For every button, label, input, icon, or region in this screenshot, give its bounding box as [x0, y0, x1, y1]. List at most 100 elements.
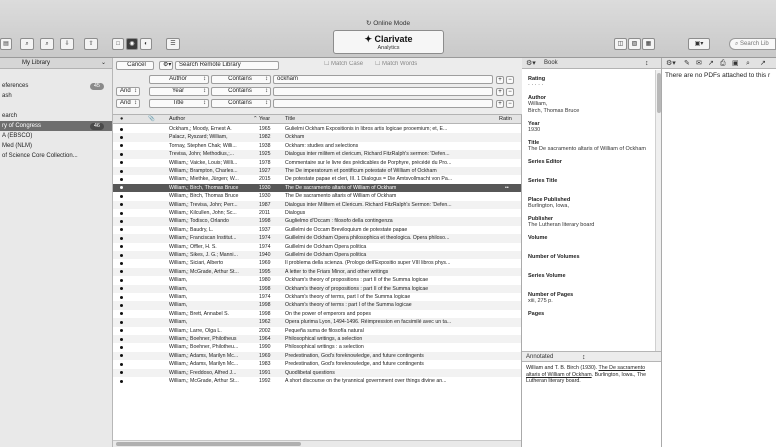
sidebar-item[interactable]: A (EBSCO) — [0, 131, 112, 141]
field-value[interactable] — [528, 317, 655, 324]
match-words-checkbox[interactable]: ☐ Match Words — [372, 61, 432, 70]
mail-icon[interactable]: ✉ — [696, 59, 702, 68]
field-select[interactable]: Author ↕ — [149, 75, 209, 84]
table-row[interactable]: William, 1974 Ockham's theory of terms, pa… — [113, 293, 521, 301]
scrollbar-thumb[interactable] — [116, 442, 301, 446]
sidebar-item[interactable]: ash — [0, 91, 112, 101]
library-mode-button[interactable]: ▤ — [0, 38, 12, 50]
sidebar-header[interactable]: My Library ⌄ — [0, 58, 112, 69]
table-row[interactable]: William,; Brampton, Charles... 1927 The De… — [113, 167, 521, 176]
table-row[interactable]: William,; Offler, H. S. 1974 Guillelmi de … — [113, 243, 521, 251]
remove-row-button[interactable]: − — [506, 100, 514, 108]
edit-icon[interactable]: ✎ — [684, 59, 690, 68]
rating-column-header[interactable]: Ratin — [499, 115, 512, 123]
integrated-library-button[interactable]: ◐ — [140, 38, 152, 50]
table-row[interactable]: William,; Birch, Thomas Bruce 1930 The De … — [113, 183, 521, 193]
table-row[interactable]: William,; Brett, Annabel S. 1998 On the po… — [113, 310, 521, 318]
field-value[interactable]: Burlington, Iowa, — [528, 203, 655, 210]
search-library-input[interactable]: ⌕ Search Lib — [729, 38, 776, 50]
chevron-updown-icon[interactable]: ↕ — [645, 59, 649, 68]
layout-icon[interactable]: ▣ — [732, 59, 739, 68]
insert-citation-icon[interactable]: ☰ — [166, 38, 180, 50]
cancel-button[interactable]: Cancel — [116, 61, 154, 70]
local-library-button[interactable]: □ — [112, 38, 124, 50]
author-column-header[interactable]: Author — [169, 115, 185, 123]
add-row-button[interactable]: + — [496, 100, 504, 108]
layout-menu-button[interactable]: ▣▾ — [688, 38, 710, 50]
paperclip-icon[interactable]: ⚙▾ — [666, 59, 676, 68]
table-row[interactable]: William,; McGrade, Arthur St... 1995 A let… — [113, 267, 521, 277]
field-select[interactable]: Year ↕ — [149, 87, 209, 96]
field-value[interactable] — [528, 279, 655, 286]
field-value[interactable] — [528, 165, 655, 172]
layout-right-icon[interactable]: ▨ — [628, 38, 641, 50]
clarivate-logo-button[interactable]: ✦ Clarivate Analytics — [333, 30, 444, 54]
table-row[interactable]: Tornay, Stephen Chak; Willi... 1938 Ockham… — [113, 142, 521, 150]
table-row[interactable]: William, 1962 Opera plurima Lyon, 1494-149… — [113, 318, 521, 327]
field-value[interactable]: · · · · · — [528, 82, 655, 89]
table-row[interactable]: William,; Vaicke, Louis; Willi... 1978 Com… — [113, 159, 521, 167]
table-row[interactable]: Palacz, Ryszard; William, 1982 Ockham — [113, 133, 521, 142]
boolean-select[interactable]: And ↕ — [116, 99, 140, 108]
table-row[interactable]: William,; Larre, Olga L. 2002 Pequeña suma… — [113, 327, 521, 335]
chevron-updown-icon[interactable]: ↕ — [582, 353, 586, 362]
layout-bottom-icon[interactable]: ▦ — [642, 38, 655, 50]
field-value[interactable]: The Lutheran literary board — [528, 222, 655, 229]
row-menu-icon[interactable]: •• — [505, 184, 509, 192]
field-value[interactable] — [528, 241, 655, 248]
remove-row-button[interactable]: − — [506, 88, 514, 96]
gear-icon[interactable]: ⚙▾ — [159, 61, 173, 70]
operator-select[interactable]: Contains ↕ — [211, 75, 271, 84]
horizontal-scrollbar[interactable] — [113, 440, 521, 447]
table-row[interactable]: William,; McGrade, Arthur St... 1992 A sho… — [113, 377, 521, 385]
table-row[interactable]: Trevisa, John; Methodius,;... 1925 Dialogu… — [113, 150, 521, 159]
search-term-input[interactable]: ockham — [273, 75, 493, 84]
operator-select[interactable]: Contains ↕ — [211, 99, 271, 108]
title-column-header[interactable]: Title — [285, 115, 295, 123]
table-row[interactable]: William,; Boehner, Philotheu... 1990 Philo… — [113, 343, 521, 351]
remove-row-button[interactable]: − — [506, 76, 514, 84]
table-row[interactable]: William,; Sikes, J. G.; Manni... 1940 Guil… — [113, 251, 521, 260]
scrollbar-thumb[interactable] — [657, 73, 661, 113]
table-row[interactable]: William,; Franciscan Institut... 1974 Guil… — [113, 234, 521, 243]
find-fulltext-icon[interactable]: ⌕ — [40, 38, 54, 50]
sidebar-item[interactable]: earch — [0, 111, 112, 121]
search-icon[interactable]: ⌕ — [746, 59, 750, 68]
sidebar-item[interactable]: eferences 45 — [0, 81, 112, 91]
sidebar-item[interactable]: of Science Core Collection... — [0, 151, 112, 161]
table-row[interactable]: William,; Adams, Marilyn Mc... 1969 Predes… — [113, 351, 521, 361]
chevron-down-icon[interactable]: ⌄ — [101, 58, 106, 68]
annotated-select[interactable]: Annotated — [526, 353, 553, 362]
field-value[interactable] — [528, 184, 655, 191]
sidebar-item[interactable]: ry of Congress 46 — [0, 121, 112, 131]
import-icon[interactable]: ⇩ — [60, 38, 74, 50]
table-row[interactable]: Ockham,; Moody, Ernest A. 1965 Gulielmi Oc… — [113, 125, 521, 133]
sidebar-item[interactable] — [0, 101, 112, 111]
field-value[interactable]: xiii, 275 p. — [528, 298, 655, 305]
print-icon[interactable]: ⎙ — [720, 59, 726, 68]
search-term-input[interactable] — [273, 87, 493, 96]
export-icon[interactable]: ⇧ — [84, 38, 98, 50]
table-row[interactable]: William, 1998 Ockham's theory of propositi… — [113, 284, 521, 293]
year-column-header[interactable]: Year — [259, 115, 270, 123]
details-scrollbar[interactable] — [655, 70, 661, 351]
sidebar-item[interactable]: Med (NLM) — [0, 141, 112, 151]
add-row-button[interactable]: + — [496, 76, 504, 84]
table-row[interactable]: William,; Baudry, L. 1937 Guillelmi de Occ… — [113, 226, 521, 234]
table-row[interactable]: William,; Freddoso, Alfred J... 1991 Quodl… — [113, 368, 521, 377]
table-row[interactable]: William,; Kilcullen, John; Sc... 2011 Dial… — [113, 209, 521, 217]
table-row[interactable]: William,; Boehner, Philotheus 1964 Philoso… — [113, 335, 521, 344]
table-row[interactable]: William, 1980 Ockham's theory of propositi… — [113, 276, 521, 284]
table-row[interactable]: William,; Miethke, Jürgen; W... 2015 De po… — [113, 175, 521, 183]
find-references-icon[interactable]: ⌕ — [20, 38, 34, 50]
table-row[interactable]: William,; Todisco, Orlando 1998 Guglielmo … — [113, 217, 521, 226]
table-row[interactable]: William,; Adams, Marilyn Mc... 1983 Predes… — [113, 360, 521, 368]
online-search-button[interactable]: ◉ — [126, 38, 138, 50]
table-row[interactable]: William, 1998 Ockham's theory of terms : p… — [113, 301, 521, 310]
style-select[interactable]: Book — [544, 59, 558, 68]
field-select[interactable]: Title ↕ — [149, 99, 209, 108]
field-value[interactable] — [528, 260, 655, 267]
field-value[interactable]: William, Birch, Thomas Bruce — [528, 101, 655, 115]
table-row[interactable]: William,; Trevisa, John; Perr... 1987 Dial… — [113, 200, 521, 209]
read-status-column-icon[interactable]: ● — [120, 115, 123, 123]
